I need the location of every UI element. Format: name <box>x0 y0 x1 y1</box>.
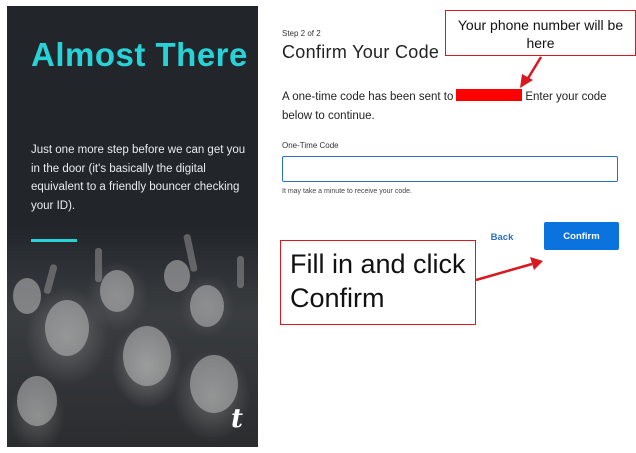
step-indicator: Step 2 of 2 <box>282 29 321 38</box>
brand-logo: t <box>231 404 244 434</box>
message-text-before: A one-time code has been sent to <box>282 91 454 103</box>
code-field-label: One-Time Code <box>282 141 339 150</box>
hero-title: Almost There <box>31 36 248 73</box>
phone-arrow-head <box>520 74 533 88</box>
code-sent-message: A one-time code has been sent to Enter yo… <box>282 88 622 126</box>
code-hint: It may take a minute to receive your cod… <box>282 188 412 195</box>
back-button[interactable]: Back <box>482 227 522 247</box>
confirm-arrow-head <box>530 257 543 270</box>
page-title: Confirm Your Code <box>282 42 440 62</box>
confirm-arrow-line <box>475 262 533 282</box>
hero-description: Just one more step before we can get you… <box>31 144 246 212</box>
accent-divider <box>31 239 77 242</box>
redacted-phone-number <box>456 89 523 101</box>
hero-panel: Almost There Just one more step before w… <box>7 6 258 447</box>
one-time-code-input[interactable] <box>282 156 618 182</box>
confirm-button[interactable]: Confirm <box>544 222 619 250</box>
phone-arrow-line <box>525 56 543 81</box>
phone-number-callout: Your phone number will be here <box>445 10 636 56</box>
confirm-instruction-callout: Fill in and click Confirm <box>280 240 476 325</box>
